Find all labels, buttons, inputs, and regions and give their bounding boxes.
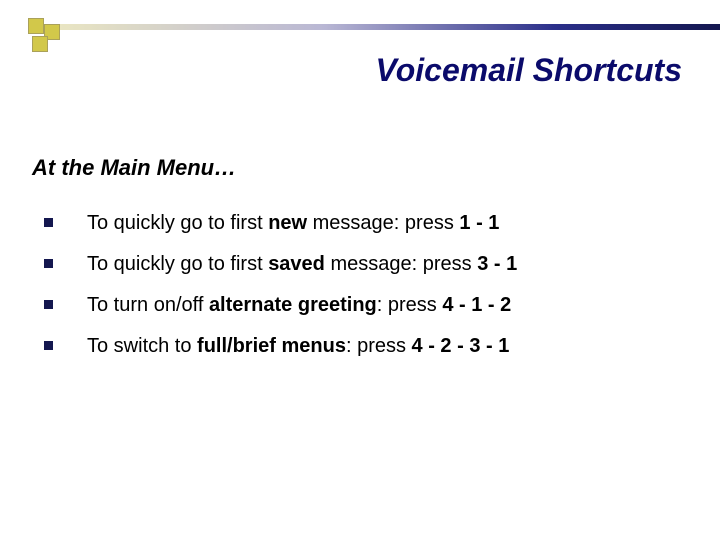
slide: Voicemail Shortcuts At the Main Menu… To… xyxy=(0,0,720,540)
square-bullet-icon xyxy=(44,300,53,309)
list-item: To turn on/off alternate greeting: press… xyxy=(44,292,680,319)
slide-title: Voicemail Shortcuts xyxy=(376,52,682,89)
top-gradient-band xyxy=(60,24,720,30)
square-bullet-icon xyxy=(44,341,53,350)
bullet-list: To quickly go to first new message: pres… xyxy=(44,210,680,374)
list-item-text: To quickly go to first saved message: pr… xyxy=(87,251,517,278)
section-heading: At the Main Menu… xyxy=(32,155,236,181)
list-item: To quickly go to first saved message: pr… xyxy=(44,251,680,278)
square-bullet-icon xyxy=(44,259,53,268)
list-item-text: To quickly go to first new message: pres… xyxy=(87,210,499,237)
square-bullet-icon xyxy=(44,218,53,227)
list-item-text: To turn on/off alternate greeting: press… xyxy=(87,292,511,319)
list-item-text: To switch to full/brief menus: press 4 -… xyxy=(87,333,509,360)
list-item: To quickly go to first new message: pres… xyxy=(44,210,680,237)
list-item: To switch to full/brief menus: press 4 -… xyxy=(44,333,680,360)
